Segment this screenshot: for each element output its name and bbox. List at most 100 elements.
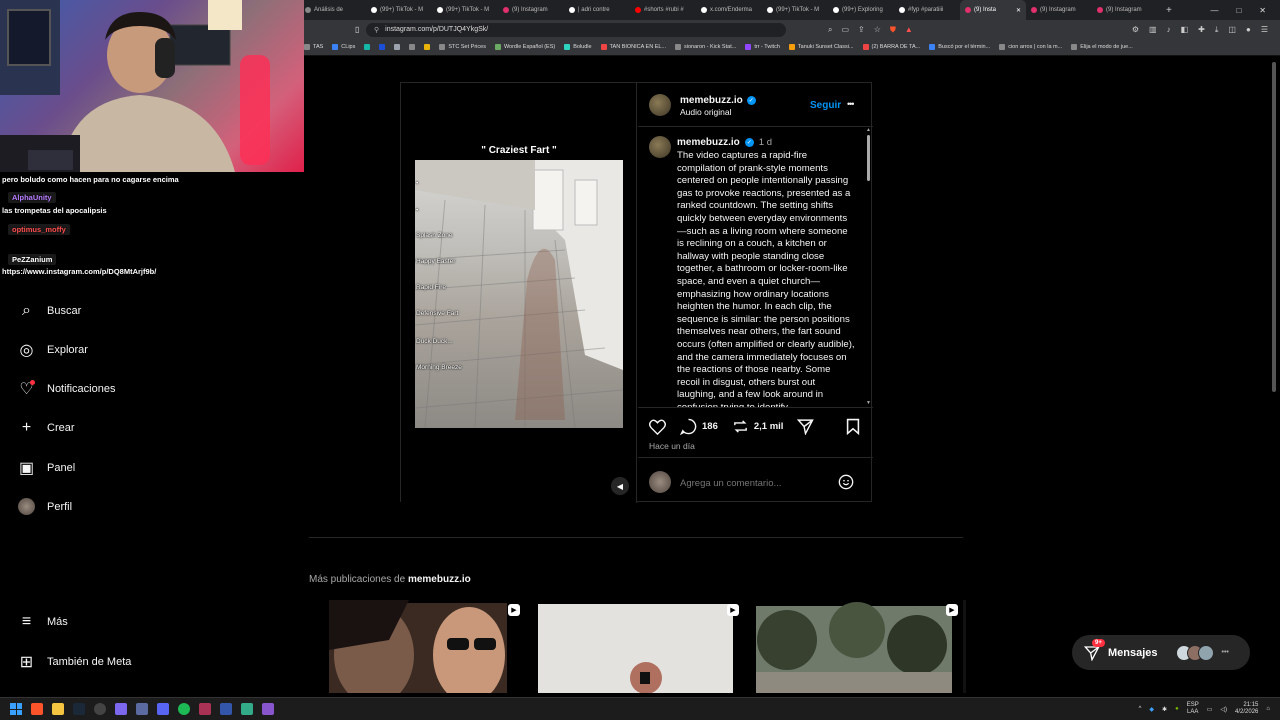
- download-icon[interactable]: ⤓: [1215, 25, 1219, 35]
- sidebar-item-panel[interactable]: ▣ Panel: [18, 459, 75, 477]
- sidebar-toggle-icon[interactable]: ▥: [1149, 25, 1157, 35]
- comment-icon[interactable]: [680, 418, 697, 435]
- zoom-icon[interactable]: ⌕: [828, 25, 832, 35]
- notification-bell-icon[interactable]: ⌂: [1266, 706, 1270, 712]
- windows-start-icon[interactable]: [10, 703, 22, 715]
- scroll-up-arrow[interactable]: ▲: [866, 127, 871, 133]
- post-time-ago[interactable]: Hace un día: [649, 441, 695, 451]
- network-icon[interactable]: ▭: [1207, 706, 1213, 713]
- save-bookmark-icon[interactable]: [846, 418, 860, 435]
- bookmark-item[interactable]: Buscó por el términ...: [929, 44, 990, 50]
- bookmark-item[interactable]: sionaron - Kick Stat...: [675, 44, 736, 50]
- new-tab-button[interactable]: +: [1158, 5, 1180, 16]
- minimize-button[interactable]: —: [1210, 6, 1218, 15]
- app4-taskbar-icon[interactable]: [241, 703, 253, 715]
- repost-icon[interactable]: [732, 418, 749, 435]
- brave-rewards-icon[interactable]: ▲: [905, 25, 913, 35]
- bookmark-item[interactable]: (2) BARRA DE TA...: [862, 44, 920, 50]
- volume-icon[interactable]: ◧: [1181, 25, 1189, 35]
- folder-taskbar-icon[interactable]: [52, 703, 64, 715]
- bookmark-list-icon[interactable]: ▯: [355, 25, 359, 34]
- author-avatar[interactable]: [649, 94, 671, 116]
- app2-taskbar-icon[interactable]: [199, 703, 211, 715]
- bookmark-item[interactable]: TAN BIONICA EN EL...: [600, 44, 666, 50]
- browser-menu-icon[interactable]: ☰: [1261, 25, 1268, 35]
- bookmark-item[interactable]: Elija el modo de jue...: [1071, 44, 1133, 50]
- puzzle-icon[interactable]: ✚: [1198, 25, 1205, 35]
- bookmark-item[interactable]: [409, 44, 416, 50]
- follow-button[interactable]: Seguir: [810, 100, 841, 111]
- page-scroll-thumb[interactable]: [1272, 62, 1276, 392]
- browser-tab[interactable]: #shorts #rubi #: [630, 0, 696, 20]
- extensions-icon[interactable]: ⚙: [1132, 25, 1139, 35]
- spotify-taskbar-icon[interactable]: [178, 703, 190, 715]
- bookmark-item[interactable]: STC Set Prices: [439, 44, 486, 50]
- sidebar-item-buscar[interactable]: ⌕ Buscar: [18, 302, 81, 319]
- bookmark-item[interactable]: [364, 44, 371, 50]
- sidebar-item-explorar[interactable]: ◎ Explorar: [18, 341, 88, 359]
- scroll-down-arrow[interactable]: ▼: [866, 400, 871, 406]
- audio-link[interactable]: Audio original: [680, 107, 732, 117]
- clock[interactable]: 21:15 4/2/2026: [1235, 702, 1258, 716]
- tray-bluetooth-icon[interactable]: ✱: [1162, 706, 1167, 713]
- sidebar-item-crear[interactable]: + Crear: [18, 419, 75, 436]
- browser-tab[interactable]: x.com/Enderma: [696, 0, 762, 20]
- bookmark-item[interactable]: Tanuki Sunset Classi...: [788, 44, 854, 50]
- discord-taskbar-icon[interactable]: [157, 703, 169, 715]
- sidebar-bottom-item[interactable]: ⊞ También de Meta: [18, 653, 132, 671]
- bookmark-item[interactable]: [394, 44, 401, 50]
- app3-taskbar-icon[interactable]: [220, 703, 232, 715]
- browser-tab[interactable]: (9) Instagram: [498, 0, 564, 20]
- browser-tab[interactable]: (9) Insta ✕: [960, 0, 1026, 20]
- comment-count[interactable]: 186: [702, 421, 718, 432]
- bookmark-item[interactable]: Boludle: [564, 44, 592, 50]
- bookmark-item[interactable]: [424, 44, 431, 50]
- tray-app-icon[interactable]: ◆: [1149, 706, 1154, 713]
- browser-tab[interactable]: (9) Instagram: [1092, 0, 1158, 20]
- brave-shield-icon[interactable]: ⛊: [890, 25, 896, 35]
- app-taskbar-icon[interactable]: [115, 703, 127, 715]
- browser-tab[interactable]: (99+) TikTok - M: [366, 0, 432, 20]
- repost-count[interactable]: 2,1 mil: [754, 421, 784, 432]
- browser-tab[interactable]: (9) Instagram: [1026, 0, 1092, 20]
- more-posts-username[interactable]: memebuzz.io: [408, 574, 471, 585]
- post-thumbnail[interactable]: ▶: [528, 600, 747, 693]
- like-heart-icon[interactable]: [649, 418, 666, 435]
- author-username[interactable]: memebuzz.io: [680, 95, 743, 106]
- caption-time[interactable]: 1 d: [759, 137, 772, 148]
- music-icon[interactable]: ♪: [1167, 25, 1171, 35]
- caption-username[interactable]: memebuzz.io: [677, 137, 740, 148]
- wallet-icon[interactable]: ◫: [1228, 25, 1236, 35]
- screen-taskbar-icon[interactable]: [136, 703, 148, 715]
- bookmark-item[interactable]: [379, 44, 386, 50]
- browser-tab[interactable]: (99+) Exploring: [828, 0, 894, 20]
- app5-taskbar-icon[interactable]: [262, 703, 274, 715]
- page-scrollbar[interactable]: [1270, 58, 1278, 696]
- browser-tab[interactable]: Análisis de: [300, 0, 366, 20]
- tray-arrow-icon[interactable]: ^: [1139, 706, 1142, 712]
- url-field[interactable]: ⚲ instagram.com/p/DUTJQ4YkgSk/: [366, 22, 786, 37]
- profile-icon[interactable]: ●: [1246, 25, 1251, 35]
- browser-tab[interactable]: (99+) TikTok - M: [762, 0, 828, 20]
- browser-tab[interactable]: | adri contre: [564, 0, 630, 20]
- scroll-thumb[interactable]: [867, 135, 870, 181]
- messages-button[interactable]: 9+ Mensajes •••: [1072, 635, 1250, 670]
- comment-input[interactable]: [680, 476, 830, 490]
- obs-taskbar-icon[interactable]: [94, 703, 106, 715]
- post-thumbnail[interactable]: ▶: [309, 600, 528, 693]
- browser-tab[interactable]: (99+) TikTok - M: [432, 0, 498, 20]
- language-indicator[interactable]: ESP LAA: [1187, 702, 1199, 716]
- caption-avatar[interactable]: [649, 136, 671, 158]
- mute-button[interactable]: ◀︎: [611, 477, 629, 495]
- install-app-icon[interactable]: ▭: [841, 25, 849, 35]
- site-info-icon[interactable]: ⚲: [374, 26, 379, 34]
- tray-nvidia-icon[interactable]: ●: [1175, 706, 1179, 712]
- close-window-button[interactable]: ✕: [1259, 6, 1266, 15]
- emoji-icon[interactable]: [838, 474, 854, 490]
- steam-taskbar-icon[interactable]: [73, 703, 85, 715]
- volume-tray-icon[interactable]: ◁): [1220, 706, 1227, 713]
- sidebar-item-perfil[interactable]: Perfil: [18, 498, 72, 515]
- video-frame[interactable]: • • Splash Zone Happy Easter Rapid Fire Defen…: [415, 160, 623, 428]
- bookmark-item[interactable]: Wordle Español (ES): [494, 44, 555, 50]
- sidebar-bottom-item[interactable]: ≡ Más: [18, 613, 68, 630]
